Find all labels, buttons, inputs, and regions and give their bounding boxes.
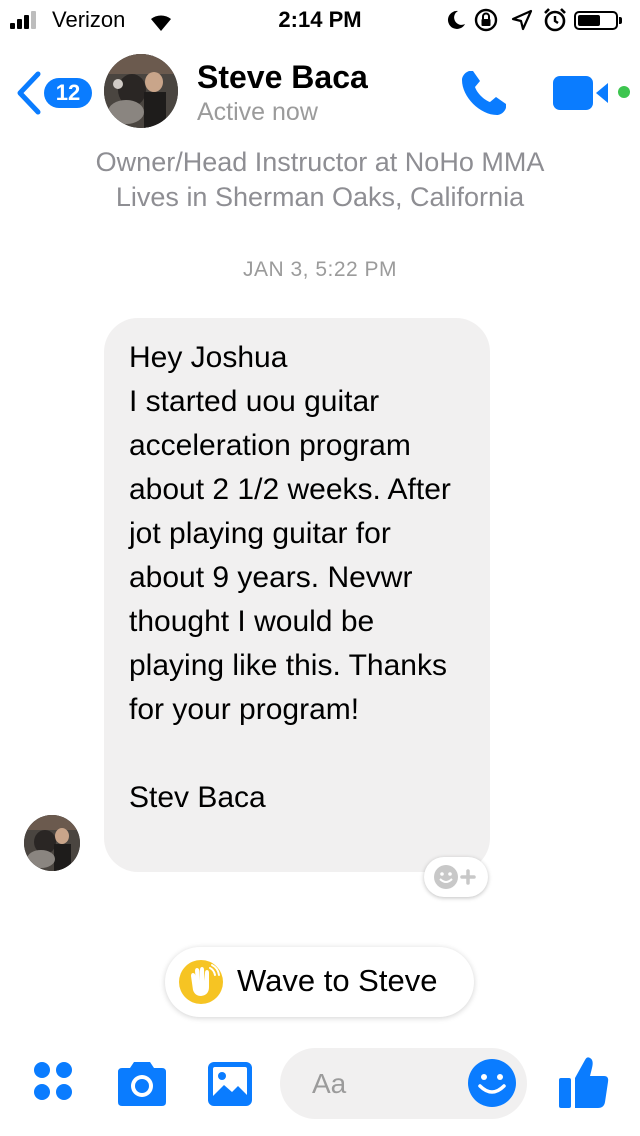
- battery-icon: [574, 11, 622, 30]
- message-text: Hey Joshua I started uou guitar accelera…: [129, 341, 451, 814]
- status-bar: Verizon 2:14 PM: [0, 0, 640, 40]
- waving-hand-icon: [179, 960, 223, 1004]
- add-reaction-button[interactable]: [424, 857, 488, 897]
- message-input-placeholder: Aa: [312, 1068, 347, 1099]
- add-reaction-icon: [434, 865, 476, 889]
- wave-label: Wave to Steve: [237, 963, 438, 998]
- back-chevron-icon[interactable]: [14, 70, 42, 116]
- more-apps-icon[interactable]: [32, 1060, 76, 1104]
- camera-icon[interactable]: [114, 1060, 170, 1108]
- moon-icon: [447, 10, 465, 29]
- contact-avatar[interactable]: [104, 54, 178, 128]
- gallery-icon[interactable]: [206, 1060, 254, 1108]
- alarm-icon: [544, 8, 566, 32]
- message-bubble[interactable]: Hey Joshua I started uou guitar accelera…: [104, 318, 490, 872]
- rotation-lock-icon: [474, 8, 498, 32]
- phone-icon[interactable]: [458, 67, 510, 119]
- video-camera-icon[interactable]: [553, 74, 613, 112]
- message-timestamp: JAN 3, 5:22 PM: [242, 258, 398, 281]
- profile-location-info: Lives in Sherman Oaks, California: [115, 182, 525, 212]
- profile-work-info: Owner/Head Instructor at NoHo MMA: [95, 147, 545, 177]
- emoji-icon[interactable]: [467, 1058, 517, 1108]
- contact-name[interactable]: Steve Baca: [197, 59, 368, 96]
- wave-button[interactable]: Wave to Steve: [165, 947, 474, 1017]
- sender-avatar[interactable]: [24, 815, 80, 871]
- thumbs-up-icon[interactable]: [556, 1054, 612, 1110]
- active-status: Active now: [197, 98, 318, 126]
- unread-count-badge[interactable]: 12: [44, 78, 92, 108]
- online-indicator: [618, 86, 630, 98]
- location-arrow-icon: [511, 9, 533, 31]
